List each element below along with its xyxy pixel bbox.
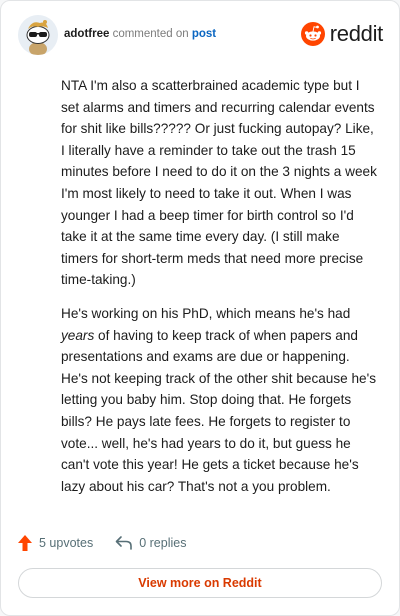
reddit-logo[interactable]: reddit <box>300 20 384 48</box>
comment-embed-card: adotfree commented on post reddit NTA I'… <box>0 0 400 616</box>
comment-emphasis: years <box>61 327 95 343</box>
post-link[interactable]: post <box>192 28 216 40</box>
user-avatar-icon[interactable] <box>18 15 58 55</box>
reddit-snoo-icon <box>300 22 325 46</box>
comment-paragraph-1: NTA I'm also a scatterbrained academic t… <box>61 78 377 288</box>
comment-body: NTA I'm also a scatterbrained academic t… <box>61 75 377 509</box>
reddit-wordmark: reddit <box>329 21 384 46</box>
upvote-button[interactable]: 5 upvotes <box>17 534 93 552</box>
reply-arrow-icon <box>115 536 133 550</box>
replies-button[interactable]: 0 replies <box>115 535 186 551</box>
commented-on-text: commented on <box>112 28 189 40</box>
comment-paragraph-2: He's working on his PhD, which means he'… <box>61 303 377 497</box>
comment-meta: adotfree commented on post <box>64 27 216 41</box>
comment-actions: 5 upvotes 0 replies <box>17 533 208 553</box>
username-link[interactable]: adotfree <box>64 28 109 40</box>
comment-paragraph-2-end: of having to keep track of when papers a… <box>61 327 377 494</box>
view-more-button[interactable]: View more on Reddit <box>18 568 382 598</box>
upvote-count: 5 upvotes <box>39 536 94 550</box>
comment-header: adotfree commented on post reddit <box>18 15 383 55</box>
comment-paragraph-2-start: He's working on his PhD, which means he'… <box>61 305 351 321</box>
reply-count: 0 replies <box>139 536 187 550</box>
upvote-arrow-icon <box>18 535 32 551</box>
